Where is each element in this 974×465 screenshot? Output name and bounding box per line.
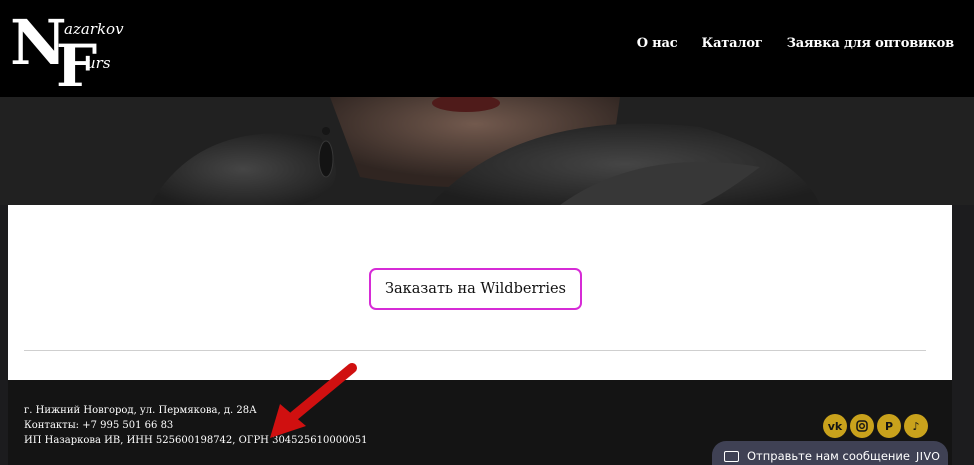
divider <box>24 350 926 351</box>
jivo-brand: JIVO <box>915 449 941 463</box>
wildberries-order-button[interactable]: Заказать на Wildberries <box>369 268 582 310</box>
social-links: vk P ♪ <box>823 414 928 438</box>
hero-image <box>0 97 974 205</box>
main-content: Заказать на Wildberries <box>8 205 952 380</box>
logo[interactable]: N F azarkov urs <box>8 2 143 92</box>
instagram-icon[interactable] <box>850 414 874 438</box>
logo-word-1: azarkov <box>64 20 124 38</box>
logo-word-2: urs <box>86 54 111 72</box>
red-arrow-annotation <box>270 363 357 438</box>
envelope-icon <box>724 450 739 462</box>
nav-catalog[interactable]: Каталог <box>701 36 762 51</box>
jivo-chat-widget[interactable]: Отправьте нам сообщение JIVO <box>712 441 948 465</box>
pinterest-icon[interactable]: P <box>877 414 901 438</box>
tiktok-icon[interactable]: ♪ <box>904 414 928 438</box>
jivo-label: Отправьте нам сообщение <box>747 449 910 463</box>
nav-wholesale[interactable]: Заявка для оптовиков <box>787 36 955 51</box>
hero-photo <box>0 97 974 205</box>
main-nav: О нас Каталог Заявка для оптовиков <box>637 36 954 51</box>
site-header: N F azarkov urs О нас Каталог Заявка для… <box>0 0 974 97</box>
nav-about[interactable]: О нас <box>637 36 678 51</box>
vk-icon[interactable]: vk <box>823 414 847 438</box>
